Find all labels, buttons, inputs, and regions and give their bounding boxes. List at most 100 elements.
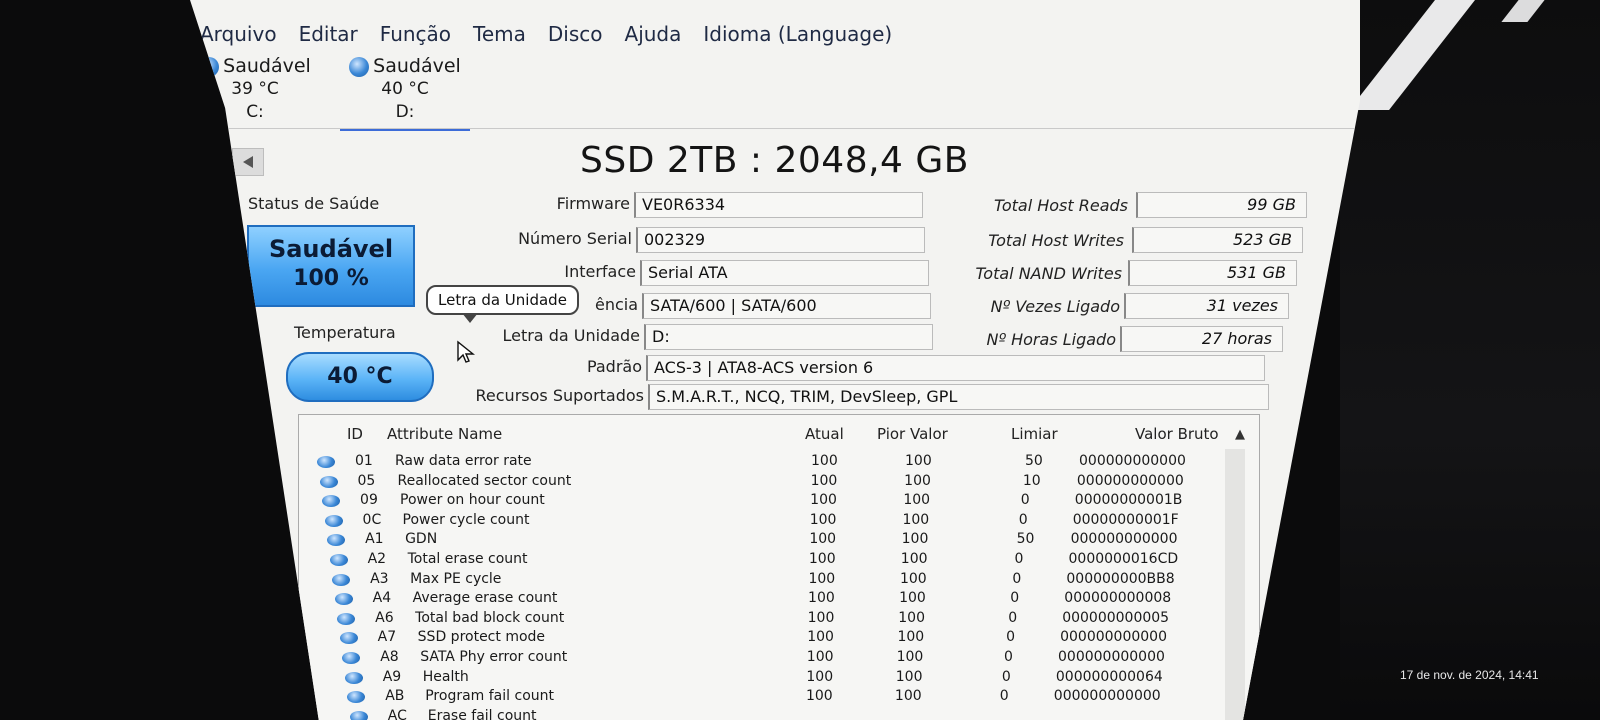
interface-value: Serial ATA (640, 260, 929, 286)
status-dot-icon (327, 534, 346, 547)
row-attribute-name: Power on hour count (400, 492, 545, 509)
row-attribute-name: Raw data error rate (395, 453, 532, 469)
row-raw-value: 00000000001B (1074, 492, 1183, 509)
monitor-bezel-decoration (1340, 0, 1600, 720)
table-row[interactable]: A6 Total bad block count 100 100 0 0000000000… (299, 610, 1259, 629)
table-row[interactable]: A2 Total erase count 100 100 0 0000000016CD (299, 551, 1259, 570)
table-row[interactable]: A7 SSD protect mode 100 100 0 000000000000 (299, 629, 1259, 648)
table-row[interactable]: 01 Raw data error rate 100 100 50 00000000000… (299, 453, 1259, 472)
health-status-badge[interactable]: Saudável 100 % (247, 225, 415, 307)
row-attribute-name: Erase fail count (427, 707, 537, 720)
col-threshold[interactable]: Limiar (1011, 425, 1058, 443)
row-id: A4 (372, 590, 392, 607)
interface-label: Interface (564, 262, 636, 281)
row-current: 100 (811, 453, 838, 469)
host-writes-value: 523 GB (1132, 227, 1303, 253)
table-row[interactable]: A1 GDN 100 100 50 000000000000 (299, 531, 1259, 550)
drive-letter: D: (395, 102, 415, 122)
table-row[interactable]: A9 Health 100 100 0 000000000064 (299, 669, 1259, 688)
menu-funcao[interactable]: Função (380, 22, 451, 46)
triangle-left-icon (243, 156, 253, 168)
table-row[interactable]: 0C Power cycle count 100 100 0 00000000001F (299, 512, 1259, 531)
chevron-up-icon[interactable]: ▲ (1235, 427, 1245, 442)
col-worst[interactable]: Pior Valor (877, 425, 948, 443)
menu-tema[interactable]: Tema (473, 22, 526, 46)
menu-arquivo[interactable]: Arquivo (200, 22, 277, 46)
row-attribute-name: Max PE cycle (410, 570, 502, 587)
menu-ajuda[interactable]: Ajuda (625, 22, 682, 46)
col-id[interactable]: ID (347, 425, 363, 443)
row-worst: 100 (905, 453, 932, 469)
power-on-hours-value: 27 horas (1120, 326, 1283, 352)
table-row[interactable]: A3 Max PE cycle 100 100 0 000000000BB8 (299, 571, 1259, 590)
row-raw-value: 000000000000 (1058, 649, 1165, 665)
standard-value: ACS-3 | ATA8-ACS version 6 (646, 355, 1265, 381)
table-row[interactable]: 05 Reallocated sector count 100 100 10 000000… (299, 473, 1259, 492)
menu-editar[interactable]: Editar (299, 22, 358, 46)
row-current: 100 (806, 668, 834, 685)
drive-letter: C: (246, 102, 264, 122)
table-row[interactable]: A8 SATA Phy error count 100 100 0 00000000000… (299, 649, 1259, 668)
row-threshold: 10 (1022, 472, 1041, 489)
menu-idioma[interactable]: Idioma (Language) (703, 22, 892, 46)
nand-writes-label: Total NAND Writes (975, 264, 1123, 283)
table-row[interactable]: AB Program fail count 100 100 0 000000000000 (299, 688, 1259, 707)
status-dot-icon (324, 514, 343, 527)
menu-disco[interactable]: Disco (548, 22, 603, 46)
drive-tab-c[interactable]: Saudável 39 °C C: (190, 55, 320, 131)
health-percent: 100 % (293, 266, 369, 291)
row-attribute-name: Reallocated sector count (397, 472, 572, 489)
row-worst: 100 (901, 531, 929, 548)
vertical-scrollbar[interactable] (1225, 449, 1245, 720)
status-dot-icon (339, 632, 358, 645)
table-row[interactable]: A4 Average erase count 100 100 0 000000000008 (299, 590, 1259, 609)
row-threshold: 50 (1016, 531, 1035, 548)
drive-tabs: Saudável 39 °C C: Saudável 40 °C D: (190, 55, 470, 131)
smart-attributes-table: ID Attribute Name Atual Pior Valor Limia… (298, 414, 1260, 720)
status-dot-icon (342, 652, 361, 664)
row-threshold: 0 (999, 688, 1009, 705)
firmware-value: VE0R6334 (634, 192, 923, 218)
row-id: 01 (355, 453, 373, 469)
table-row[interactable]: 09 Power on hour count 100 100 0 00000000001B (299, 492, 1259, 511)
health-status-icon (349, 56, 370, 77)
row-worst: 100 (903, 492, 931, 509)
nand-writes-value: 531 GB (1128, 260, 1297, 286)
row-current: 100 (806, 649, 834, 665)
row-current: 100 (810, 472, 838, 489)
drive-tab-d[interactable]: Saudável 40 °C D: (340, 55, 470, 131)
row-worst: 100 (899, 570, 927, 587)
standard-label: Padrão (586, 357, 642, 376)
firmware-label: Firmware (556, 194, 630, 213)
row-worst: 100 (897, 629, 925, 646)
header-divider (190, 128, 1360, 129)
status-dot-icon (332, 573, 351, 586)
row-current: 100 (809, 531, 837, 548)
row-raw-value: 00000000001F (1072, 511, 1179, 528)
row-threshold: 50 (1025, 453, 1043, 469)
row-attribute-name: Power cycle count (402, 511, 530, 528)
row-threshold: 0 (1010, 590, 1020, 607)
row-id: 0C (362, 511, 382, 528)
col-current[interactable]: Atual (805, 425, 844, 443)
drive-letter-value: D: (644, 324, 933, 350)
row-id: AC (387, 707, 407, 720)
tooltip: Letra da Unidade (426, 285, 579, 323)
row-id: 09 (360, 492, 378, 509)
host-writes-label: Total Host Writes (988, 231, 1124, 250)
features-label: Recursos Suportados (475, 386, 644, 405)
power-on-count-label: Nº Vezes Ligado (990, 297, 1120, 316)
status-dot-icon (347, 691, 366, 704)
col-raw-value[interactable]: Valor Bruto (1135, 425, 1219, 443)
health-status-value: Saudável (268, 235, 394, 263)
previous-disk-button[interactable] (232, 148, 264, 176)
row-current: 100 (808, 570, 836, 587)
row-threshold: 0 (1004, 649, 1013, 665)
temperature-badge[interactable]: 40 °C (286, 352, 434, 402)
photo-timestamp: 17 de nov. de 2024, 14:41 (1400, 668, 1539, 682)
col-attribute-name[interactable]: Attribute Name (387, 425, 502, 443)
row-raw-value: 000000000000 (1070, 531, 1178, 548)
table-row[interactable]: AC Erase fail count (299, 708, 1259, 720)
row-raw-value: 000000000BB8 (1066, 570, 1175, 587)
features-value: S.M.A.R.T., NCQ, TRIM, DevSleep, GPL (648, 384, 1269, 410)
